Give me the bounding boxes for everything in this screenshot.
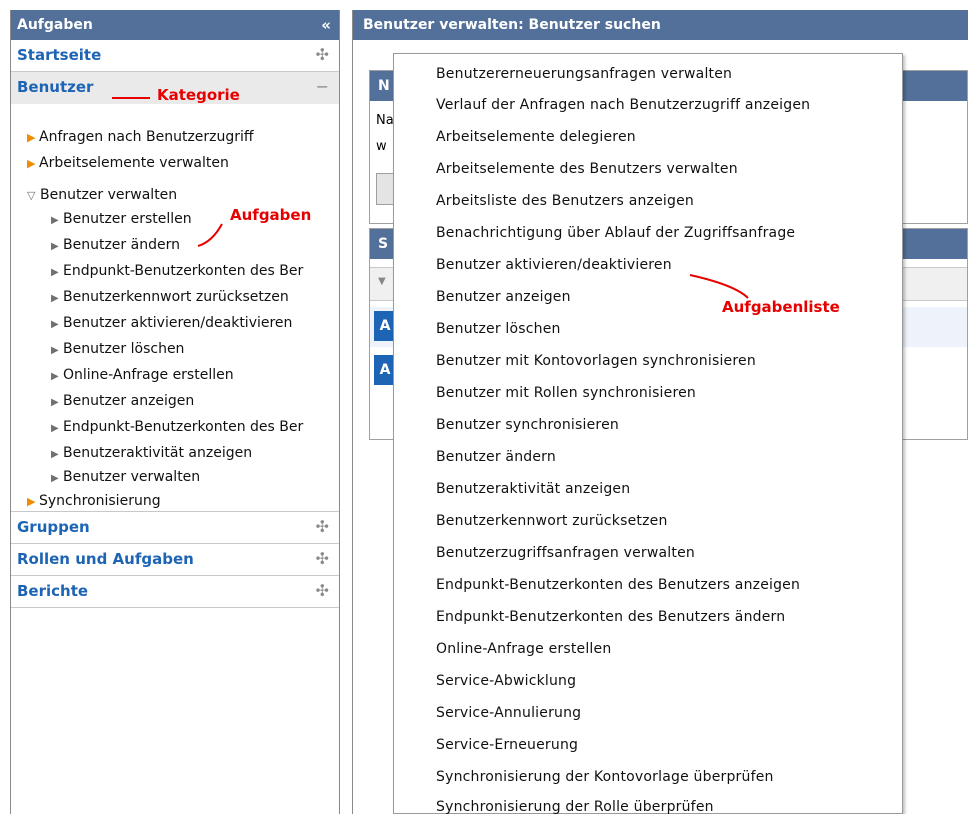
- expand-arrow-icon: ▶: [27, 495, 36, 508]
- menu-item[interactable]: Benutzer ändern: [436, 449, 556, 465]
- task-arrow-icon: ▶: [51, 473, 59, 484]
- annotation-category: Kategorie: [157, 86, 240, 104]
- annotation-tasks: Aufgaben: [230, 206, 312, 224]
- task-arrow-icon: ▶: [51, 449, 59, 460]
- expand-icon[interactable]: ✣: [316, 40, 329, 70]
- menu-item[interactable]: Benutzeraktivität anzeigen: [436, 481, 630, 497]
- task-arrow-icon: ▶: [51, 241, 59, 252]
- collapse-icon[interactable]: −: [316, 72, 329, 102]
- category-home[interactable]: Startseite ✣: [11, 40, 339, 72]
- task-arrow-icon: ▶: [51, 267, 59, 278]
- menu-item[interactable]: Benutzererneuerungsanfragen verwalten: [436, 66, 732, 82]
- tree-task[interactable]: ▶ Benutzer anzeigen: [51, 392, 339, 412]
- tree-item-requests[interactable]: ▶ Anfragen nach Benutzerzugriff: [27, 128, 254, 148]
- annotation-task-list: Aufgabenliste: [722, 298, 840, 316]
- category-groups[interactable]: Gruppen ✣: [11, 512, 339, 544]
- users-task-tree: ▶ Anfragen nach Benutzerzugriff ▶ Arbeitse…: [11, 104, 339, 512]
- menu-item[interactable]: Arbeitselemente delegieren: [436, 129, 636, 145]
- tree-task[interactable]: ▶ Benutzeraktivität anzeigen: [51, 444, 339, 464]
- expand-icon[interactable]: ✣: [316, 576, 329, 606]
- menu-item[interactable]: Benutzer löschen: [436, 321, 561, 337]
- expand-arrow-icon: ▶: [27, 131, 36, 144]
- expand-icon[interactable]: ✣: [316, 512, 329, 542]
- menu-item[interactable]: Service-Abwicklung: [436, 673, 576, 689]
- search-label-2: w: [376, 139, 387, 154]
- task-navigation-panel: Aufgaben « Startseite ✣ Benutzer − ▶ Anfr…: [10, 10, 340, 814]
- task-arrow-icon: ▶: [51, 397, 59, 408]
- menu-item[interactable]: Benutzer synchronisieren: [436, 417, 619, 433]
- menu-item[interactable]: Endpunkt-Benutzerkonten des Benutzers än…: [436, 609, 785, 625]
- menu-item[interactable]: Service-Erneuerung: [436, 737, 578, 753]
- search-label: Na: [376, 113, 394, 128]
- nav-header-title: Aufgaben: [17, 17, 93, 33]
- page-title: Benutzer verwalten: Benutzer suchen: [353, 10, 968, 40]
- tree-task[interactable]: ▶ Benutzer löschen: [51, 340, 339, 360]
- task-arrow-icon: ▶: [51, 345, 59, 356]
- expand-icon[interactable]: ✣: [316, 544, 329, 574]
- category-home-label[interactable]: Startseite: [17, 46, 101, 64]
- menu-item[interactable]: Benutzer mit Rollen synchronisieren: [436, 385, 696, 401]
- menu-item[interactable]: Service-Annulierung: [436, 705, 581, 721]
- tree-task[interactable]: ▶ Online-Anfrage erstellen: [51, 366, 339, 386]
- category-users-label[interactable]: Benutzer: [17, 78, 93, 96]
- expand-arrow-icon: ▶: [27, 157, 36, 170]
- menu-item[interactable]: Synchronisierung der Kontovorlage überpr…: [436, 769, 774, 785]
- tree-task[interactable]: ▶ Benutzer verwalten: [51, 468, 339, 488]
- menu-item[interactable]: Benutzerzugriffsanfragen verwalten: [436, 545, 695, 561]
- task-arrow-icon: ▶: [51, 319, 59, 330]
- menu-item[interactable]: Benutzer mit Kontovorlagen synchronisier…: [436, 353, 756, 369]
- menu-item[interactable]: Benutzer aktivieren/deaktivieren: [436, 257, 672, 273]
- task-arrow-icon: ▶: [51, 293, 59, 304]
- task-arrow-icon: ▶: [51, 215, 59, 226]
- nav-header: Aufgaben «: [11, 10, 339, 40]
- menu-item[interactable]: Arbeitselemente des Benutzers verwalten: [436, 161, 738, 177]
- menu-item[interactable]: Verlauf der Anfragen nach Benutzerzugrif…: [436, 97, 810, 113]
- tree-task[interactable]: ▶ Benutzer aktivieren/deaktivieren: [51, 314, 339, 334]
- menu-item[interactable]: Arbeitsliste des Benutzers anzeigen: [436, 193, 694, 209]
- category-roles[interactable]: Rollen und Aufgaben ✣: [11, 544, 339, 576]
- tree-item-work-items[interactable]: ▶ Arbeitselemente verwalten: [27, 154, 229, 174]
- menu-item[interactable]: Synchronisierung der Rolle überprüfen: [436, 799, 714, 814]
- task-arrow-icon: ▶: [51, 371, 59, 382]
- tree-item-manage-users[interactable]: ▽ Benutzer verwalten: [27, 186, 177, 206]
- tree-task[interactable]: ▶ Endpunkt-Benutzerkonten des Ber: [51, 262, 339, 282]
- tree-item-sync[interactable]: ▶ Synchronisierung: [27, 492, 161, 512]
- category-reports[interactable]: Berichte ✣: [11, 576, 339, 608]
- menu-item[interactable]: Benutzerkennwort zurücksetzen: [436, 513, 668, 529]
- collapse-panel-icon[interactable]: «: [321, 10, 331, 40]
- expanded-arrow-icon: ▽: [27, 189, 36, 202]
- menu-item[interactable]: Endpunkt-Benutzerkonten des Benutzers an…: [436, 577, 800, 593]
- task-list-menu: Benutzererneuerungsanfragen verwalten Ve…: [393, 53, 903, 814]
- task-arrow-icon: ▶: [51, 423, 59, 434]
- tree-task[interactable]: ▶ Endpunkt-Benutzerkonten des Ber: [51, 418, 339, 438]
- tree-task[interactable]: ▶ Benutzer ändern: [51, 236, 339, 256]
- sort-arrow-icon[interactable]: ▼: [378, 276, 386, 287]
- tree-task[interactable]: ▶ Benutzerkennwort zurücksetzen: [51, 288, 339, 308]
- menu-item[interactable]: Benachrichtigung über Ablauf der Zugriff…: [436, 225, 795, 241]
- menu-item[interactable]: Online-Anfrage erstellen: [436, 641, 611, 657]
- menu-item[interactable]: Benutzer anzeigen: [436, 289, 571, 305]
